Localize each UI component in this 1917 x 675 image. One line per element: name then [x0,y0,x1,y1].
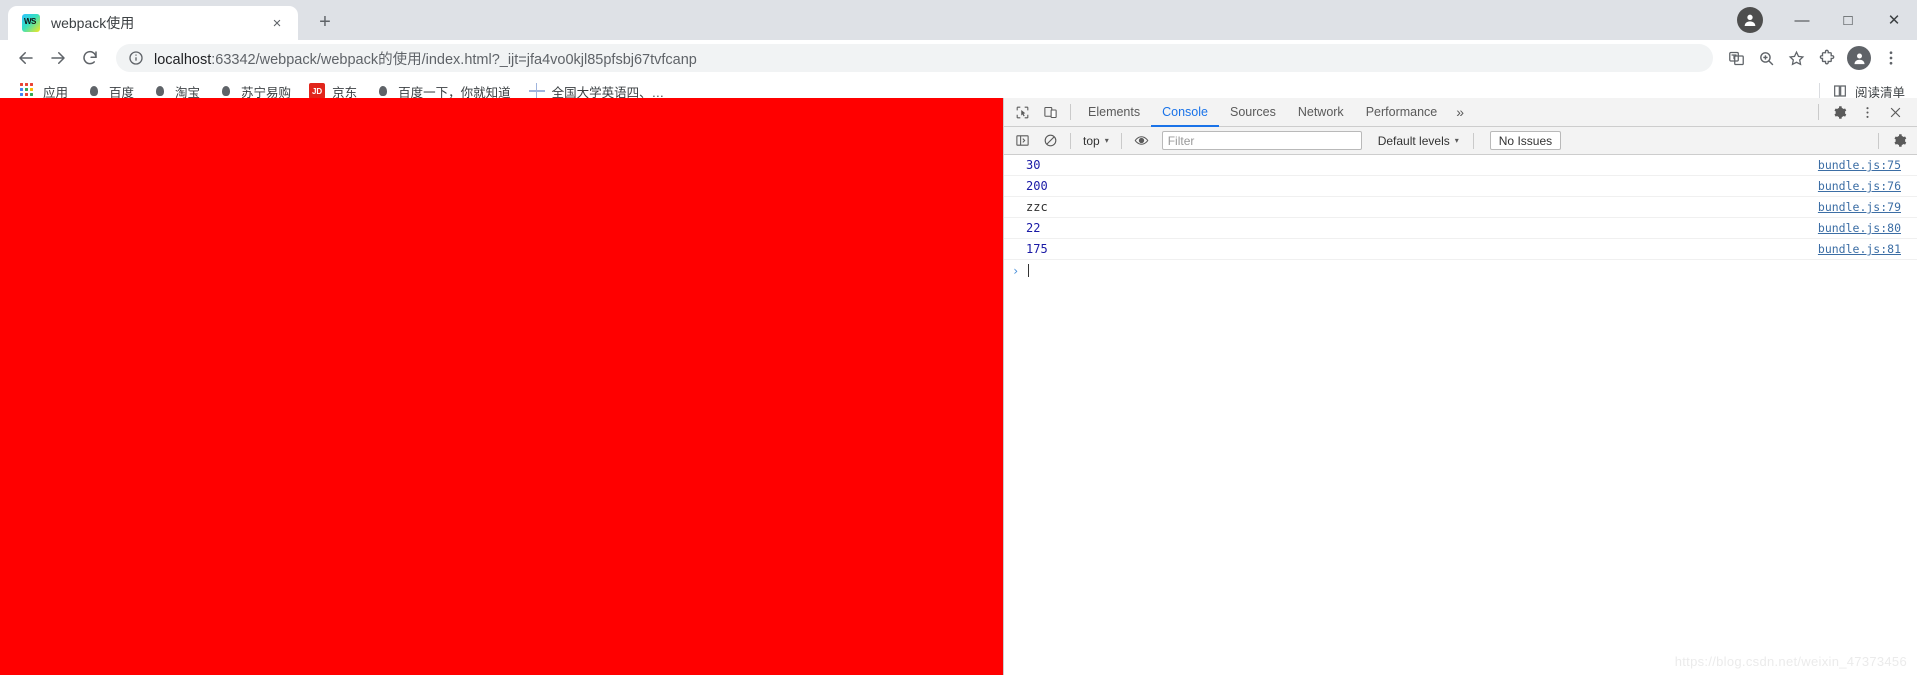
execution-context-selector[interactable]: top ▾ [1077,131,1115,151]
apps-grid-icon [20,83,36,99]
log-message: 22 [1026,221,1041,235]
window-controls: — □ ✕ [1737,0,1917,40]
execution-context-label: top [1083,133,1100,148]
inspect-cursor-icon[interactable] [1008,99,1036,125]
log-levels-label: Default levels [1377,133,1450,148]
reading-list-icon [1832,83,1848,99]
console-log-row[interactable]: 200 bundle.js:76 [1004,176,1917,197]
more-tabs-button[interactable]: » [1448,104,1472,120]
log-message: zzc [1026,200,1048,214]
console-filter-input[interactable] [1161,131,1362,150]
browser-tab-strip: webpack使用 × + — □ ✕ [0,0,1917,40]
baidu-icon [218,83,234,99]
divider [1818,104,1819,120]
address-bar[interactable]: localhost:63342/webpack/webpack的使用/index… [116,44,1713,72]
info-circle-icon[interactable] [128,50,144,66]
globe-icon [529,83,545,99]
tab-network[interactable]: Network [1287,98,1355,127]
baidu-icon [152,83,168,99]
issues-button[interactable]: No Issues [1489,131,1562,150]
tab-elements[interactable]: Elements [1077,98,1151,127]
log-source-link[interactable]: bundle.js:75 [1818,158,1909,172]
tab-sources[interactable]: Sources [1219,98,1287,127]
tab-console[interactable]: Console [1151,98,1219,127]
omnibox-actions [1721,42,1907,74]
console-log-row[interactable]: zzc bundle.js:79 [1004,197,1917,218]
divider [1120,132,1122,149]
forward-arrow-icon[interactable] [42,42,74,74]
viewport: Elements Console Sources Network Perform… [0,98,1917,675]
console-toolbar: top ▾ Default levels ▾ No Issues [1004,127,1917,155]
url-host: localhost [154,51,212,68]
new-tab-button[interactable]: + [310,7,340,37]
baidu-icon [86,83,102,99]
console-log-list[interactable]: 30 bundle.js:75 200 bundle.js:76 zzc bun… [1004,155,1917,675]
log-message: 175 [1026,242,1048,256]
close-icon[interactable]: × [266,12,288,34]
divider [1472,132,1474,149]
star-icon[interactable] [1781,43,1811,73]
log-message: 200 [1026,179,1048,193]
divider [1070,104,1071,120]
log-source-link[interactable]: bundle.js:80 [1818,221,1909,235]
watermark: https://blog.csdn.net/weixin_47373456 [1674,654,1907,669]
webstorm-icon [22,14,40,32]
kebab-menu-icon[interactable] [1853,99,1881,125]
clear-console-icon[interactable] [1036,128,1064,154]
devtools-panel: Elements Console Sources Network Perform… [1003,98,1917,675]
console-log-row[interactable]: 22 bundle.js:80 [1004,218,1917,239]
chevron-down-icon: ▾ [1104,136,1109,145]
log-levels-selector[interactable]: Default levels ▾ [1372,131,1465,151]
console-toolbar-actions [1872,128,1913,154]
page-content-red [0,98,1003,675]
devtools-tab-bar: Elements Console Sources Network Perform… [1004,98,1917,127]
log-source-link[interactable]: bundle.js:81 [1818,242,1909,256]
jd-icon: JD [309,83,326,99]
gear-icon[interactable] [1825,99,1853,125]
window-close-button[interactable]: ✕ [1871,0,1917,40]
text-cursor [1028,264,1029,277]
tab-title: webpack使用 [51,15,135,31]
maximize-button[interactable]: □ [1825,0,1871,40]
divider [1070,132,1071,149]
minimize-button[interactable]: — [1779,0,1825,40]
log-source-link[interactable]: bundle.js:76 [1818,179,1909,193]
prompt-caret-icon: › [1012,263,1020,278]
profile-avatar-icon[interactable] [1843,42,1875,74]
log-message: 30 [1026,158,1041,172]
device-toolbar-icon[interactable] [1036,99,1064,125]
reload-icon[interactable] [74,42,106,74]
browser-toolbar: localhost:63342/webpack/webpack的使用/index… [0,40,1917,76]
profile-avatar-icon[interactable] [1737,7,1763,33]
puzzle-icon[interactable] [1811,42,1843,74]
console-prompt[interactable]: › [1004,260,1917,281]
url-text: localhost:63342/webpack/webpack的使用/index… [154,48,697,69]
divider [1818,83,1820,99]
kebab-menu-icon[interactable] [1875,42,1907,74]
console-log-row[interactable]: 175 bundle.js:81 [1004,239,1917,260]
devtools-tab-actions [1812,99,1913,125]
close-icon[interactable] [1881,99,1909,125]
browser-tab[interactable]: webpack使用 × [8,6,298,40]
console-log-row[interactable]: 30 bundle.js:75 [1004,155,1917,176]
tab-performance[interactable]: Performance [1355,98,1449,127]
baidu-icon [375,83,391,99]
console-sidebar-icon[interactable] [1008,128,1036,154]
url-path: :63342/webpack/webpack的使用/index.html?_ij… [211,51,697,68]
zoom-icon[interactable] [1751,43,1781,73]
gear-icon[interactable] [1885,128,1913,154]
translate-icon[interactable] [1721,43,1751,73]
divider [1878,132,1879,149]
back-arrow-icon[interactable] [10,42,42,74]
chevron-down-icon: ▾ [1454,136,1459,145]
live-expression-eye-icon[interactable] [1128,128,1156,154]
log-source-link[interactable]: bundle.js:79 [1818,200,1909,214]
